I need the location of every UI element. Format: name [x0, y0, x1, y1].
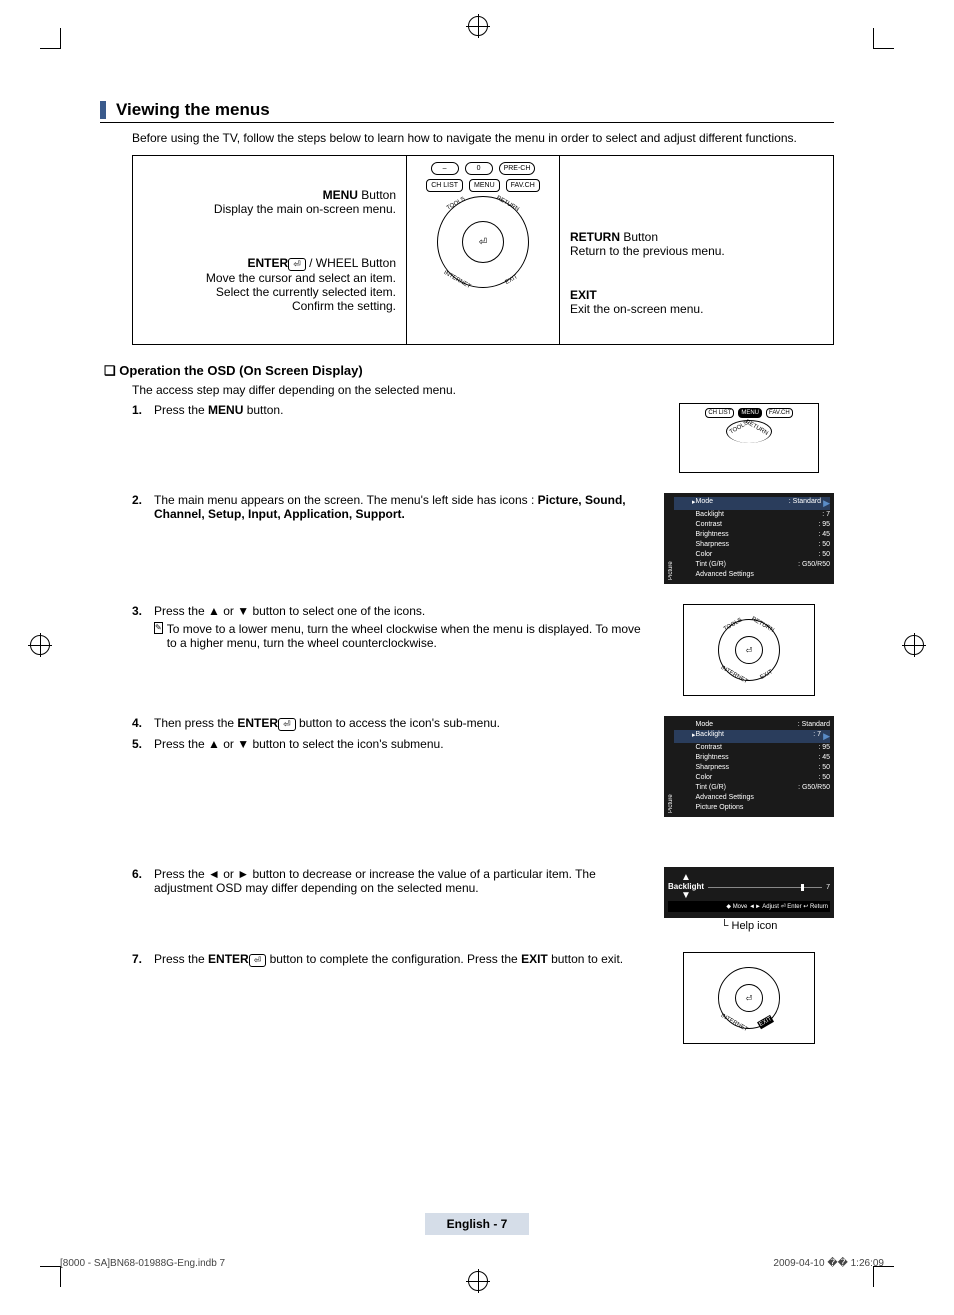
- osd-row: ▸ Backlight7▶: [674, 730, 830, 743]
- step-2: 2. The main menu appears on the screen. …: [132, 493, 834, 584]
- step-4: 4. Then press the ENTER⏎ button to acces…: [132, 716, 834, 731]
- osd-row: ▸ Contrast95: [674, 743, 830, 753]
- step-3: 3. Press the ▲ or ▼ button to select one…: [132, 604, 834, 696]
- note-icon: ✎: [154, 622, 163, 634]
- crop-mark: [40, 1266, 61, 1287]
- return-button-label: RETURN: [570, 230, 620, 244]
- mini-remote-exit: ⏎ INTERNET EXIT: [683, 952, 815, 1044]
- subheading: Operation the OSD (On Screen Display): [104, 363, 834, 379]
- registration-mark: [468, 16, 488, 36]
- registration-mark: [30, 635, 50, 655]
- step-1: 1. Press the MENU button. CH LIST MENU F…: [132, 403, 834, 473]
- osd-row: ▸ Sharpness50: [674, 763, 830, 773]
- remote-enter: ⏎: [462, 221, 504, 263]
- slider-help: ◆ Move ◄► Adjust ⏎ Enter ↩ Return: [668, 901, 830, 912]
- remote-minus: –: [431, 162, 459, 175]
- osd-row: ▸ Color50: [674, 773, 830, 783]
- osd-row: ▸ ModeStandard: [674, 720, 830, 730]
- enter-icon: ⏎: [249, 954, 267, 967]
- registration-mark: [904, 635, 924, 655]
- return-button-desc: Return to the previous menu.: [570, 244, 823, 258]
- intro-text: Before using the TV, follow the steps be…: [132, 131, 834, 145]
- osd-row: ▸ Tint (G/R)G50/R50: [674, 783, 830, 793]
- osd-row: ▸ Advanced Settings: [674, 793, 830, 803]
- sub-intro: The access step may differ depending on …: [132, 383, 834, 397]
- crop-mark: [40, 28, 61, 49]
- crop-mark: [873, 1266, 894, 1287]
- enter-button-label: ENTER: [248, 256, 289, 270]
- enter-icon: ⏎: [288, 258, 306, 271]
- remote-chlist: CH LIST: [426, 179, 463, 192]
- osd-row: ▸ Backlight7: [674, 510, 830, 520]
- mini-remote-menu: CH LIST MENU FAV.CH TOOLS RETURN: [679, 403, 819, 473]
- osd-screenshot-1: Picture ▸ ModeStandard▶▸ Backlight7▸ Con…: [664, 493, 834, 584]
- osd-row: ▸ Contrast95: [674, 520, 830, 530]
- remote-zero: 0: [465, 162, 493, 175]
- osd-row: ▸ Brightness45: [674, 753, 830, 763]
- menu-button-desc: Display the main on-screen menu.: [143, 202, 396, 216]
- osd-row: ▸ Picture Options: [674, 803, 830, 813]
- menu-button-label: MENU: [323, 188, 358, 202]
- osd-row: ▸ Color50: [674, 550, 830, 560]
- enter-icon: ⏎: [278, 718, 296, 731]
- remote-diagram: MENU Button Display the main on-screen m…: [132, 155, 834, 345]
- osd-slider: ▲ Backlight ▼ 7 ◆ Move ◄► Adjust ⏎ Enter…: [664, 867, 834, 918]
- remote-prech: PRE-CH: [499, 162, 536, 175]
- help-icon-caption: Help icon: [664, 920, 834, 932]
- title-accent-bar: [100, 101, 106, 119]
- registration-mark: [468, 1271, 488, 1291]
- doc-footer: [8000 - SA]BN68-01988G-Eng.indb 7 2009-0…: [60, 1258, 884, 1269]
- mini-remote-wheel: TOOLS RETURN ⏎ INTERNET EXIT: [683, 604, 815, 696]
- step-6: 6. Press the ◄ or ► button to decrease o…: [132, 867, 834, 932]
- slider-bar: [708, 887, 822, 888]
- osd-row: ▸ Advanced Settings: [674, 570, 830, 580]
- exit-button-label: EXIT: [570, 288, 597, 302]
- exit-button-desc: Exit the on-screen menu.: [570, 302, 823, 316]
- section-title-text: Viewing the menus: [116, 100, 270, 120]
- remote-graphic: – 0 PRE-CH CH LIST MENU FAV.CH TOOLS RET…: [406, 156, 560, 344]
- osd-row: ▸ ModeStandard▶: [674, 497, 830, 510]
- remote-menu: MENU: [469, 179, 500, 192]
- page-footer: English - 7: [0, 1213, 954, 1235]
- step-7: 7. Press the ENTER⏎ button to complete t…: [132, 952, 834, 1044]
- remote-favch: FAV.CH: [506, 179, 540, 192]
- section-title: Viewing the menus: [100, 100, 834, 123]
- osd-row: ▸ Sharpness50: [674, 540, 830, 550]
- osd-screenshot-2: Picture ▸ ModeStandard▸ Backlight7▶▸ Con…: [664, 716, 834, 817]
- crop-mark: [873, 28, 894, 49]
- osd-row: ▸ Brightness45: [674, 530, 830, 540]
- osd-row: ▸ Tint (G/R)G50/R50: [674, 560, 830, 570]
- remote-wheel: TOOLS RETURN ⏎ INTERNET EXIT: [437, 196, 529, 288]
